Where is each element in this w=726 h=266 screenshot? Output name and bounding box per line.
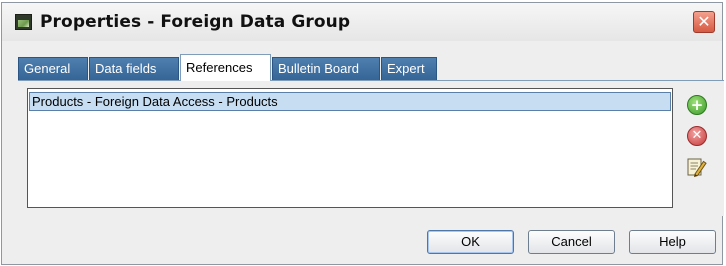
dialog-title: Properties - Foreign Data Group xyxy=(40,12,351,32)
cancel-button[interactable]: Cancel xyxy=(528,230,615,254)
tab-expert[interactable]: Expert xyxy=(381,57,437,80)
close-button[interactable]: ✕ xyxy=(693,11,715,33)
tab-references[interactable]: References xyxy=(180,54,271,81)
tab-general[interactable]: General xyxy=(18,57,88,80)
remove-icon: ✕ xyxy=(687,126,707,146)
add-icon: + xyxy=(687,95,707,115)
edit-reference-button[interactable] xyxy=(684,155,708,179)
add-reference-button[interactable]: + xyxy=(684,92,708,116)
help-button[interactable]: Help xyxy=(629,230,716,254)
references-panel: Products - Foreign Data Access - Product… xyxy=(18,80,724,216)
edit-icon xyxy=(687,158,707,178)
title-bar[interactable]: Properties - Foreign Data Group ✕ xyxy=(2,3,722,41)
remove-reference-button[interactable]: ✕ xyxy=(684,123,708,147)
app-icon xyxy=(15,14,32,30)
properties-dialog: Properties - Foreign Data Group ✕ Genera… xyxy=(1,2,724,265)
references-list[interactable]: Products - Foreign Data Access - Product… xyxy=(27,88,673,208)
tab-bulletin-board[interactable]: Bulletin Board xyxy=(272,57,380,80)
ok-button[interactable]: OK xyxy=(427,230,514,254)
tab-data-fields[interactable]: Data fields xyxy=(89,57,179,80)
list-item[interactable]: Products - Foreign Data Access - Product… xyxy=(29,92,671,111)
